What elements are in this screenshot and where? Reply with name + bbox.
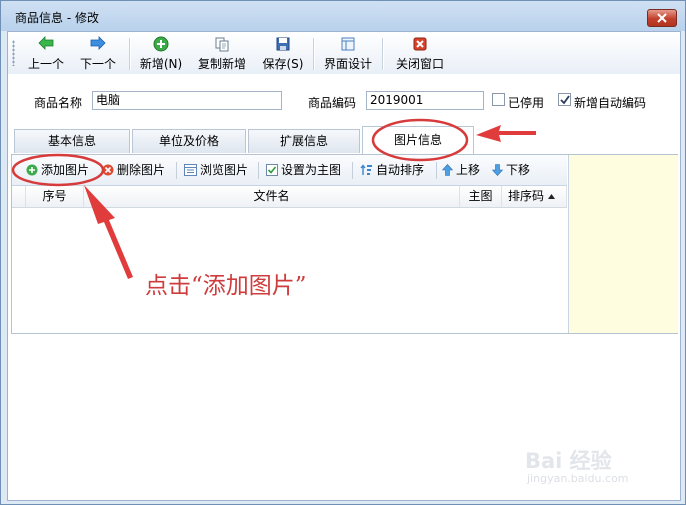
highlight-ellipse-tab — [371, 118, 469, 162]
arrow-to-add-image — [84, 185, 133, 279]
highlight-ellipse-add-image — [11, 153, 105, 187]
annotation-overlay — [11, 118, 536, 279]
arrow-to-tab — [476, 125, 536, 142]
watermark-logo: Bai 经验 — [525, 449, 612, 473]
watermark-url: jingyan.baidu.com — [527, 472, 629, 485]
dialog-window: 商品信息 - 修改 上一个 下一个 新增(N) 复制新增 保存(S) 界面设计 … — [0, 0, 686, 505]
